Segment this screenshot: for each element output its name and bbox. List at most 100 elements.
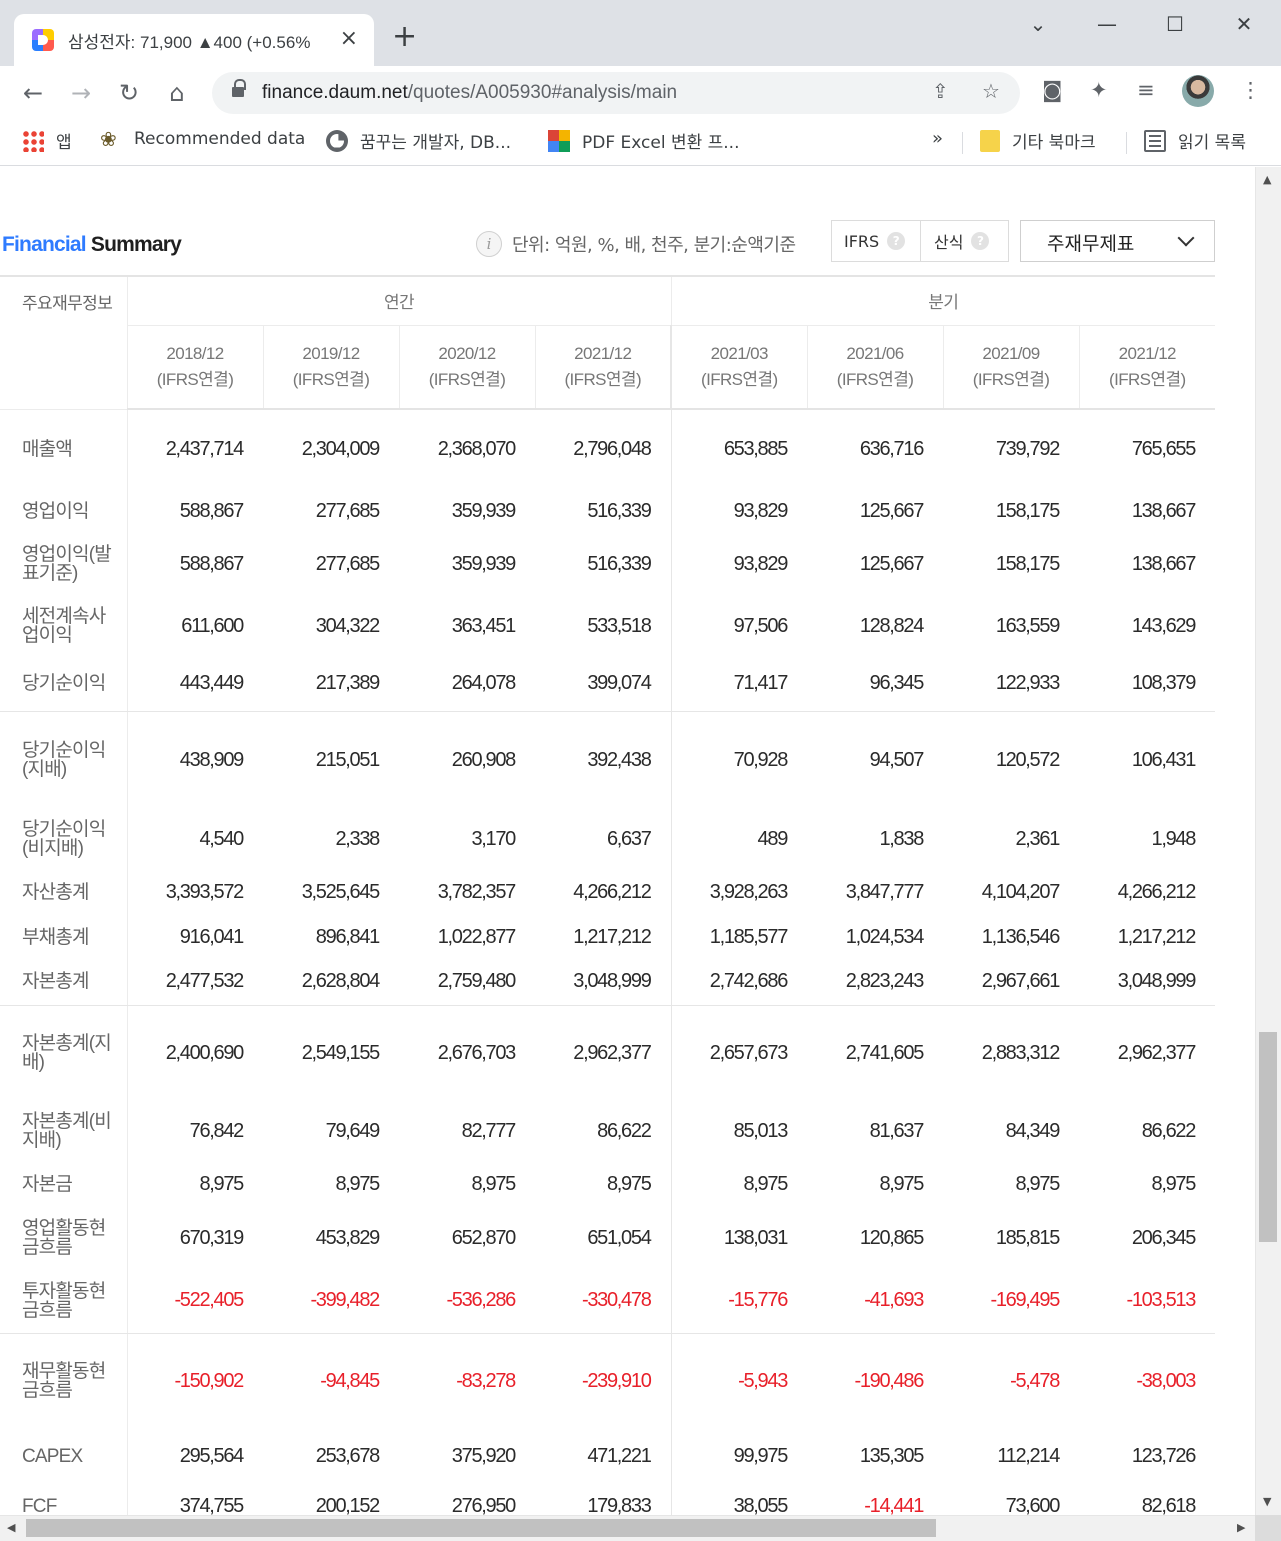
browser-tab[interactable]: 삼성전자: 71,900 ▲400 (+0.56% × [14,14,374,66]
table-row: 매출액 2,437,714 2,304,009 2,368,070 2,796,048 6… [0,409,1215,489]
info-icon[interactable]: i [476,231,502,257]
row-label: 당기순이익 [0,657,128,712]
table-row: 투자활동현금흐름 -522,405 -399,482 -536,286 -330,478… [0,1269,1216,1334]
period-basis: (IFRS연결) [1109,369,1186,389]
share-icon[interactable]: ⇪ [932,79,949,103]
value-cell: 200,152 [315,1494,381,1516]
value-cell: 8,975 [606,1172,652,1195]
bookmark-divider [1126,132,1127,154]
profile-avatar[interactable] [1182,75,1214,107]
value-cell: 138,031 [670,1207,808,1269]
bookmark-dev-blog[interactable]: 꿈꾸는 개발자, DB... [326,128,511,153]
value-cell: 3,525,645 [301,880,381,903]
horizontal-scrollbar[interactable]: ◀ ▶ [0,1515,1255,1541]
value-cell: 2,477,532 [127,959,263,1006]
value-cell: 135,305 [859,1444,925,1467]
scroll-left-icon[interactable]: ◀ [7,1521,15,1534]
close-tab-icon[interactable]: × [340,27,358,51]
value-cell: 94,507 [869,748,925,771]
period-header: 2020/12 (IFRS연결) [398,325,535,410]
bookmark-pdf-excel[interactable]: PDF Excel 변환 프... [548,128,740,153]
value-cell: 179,833 [587,1494,652,1516]
address-bar[interactable]: finance.daum.net/quotes/A005930#analysis… [212,72,1020,114]
value-cell: 112,214 [997,1444,1060,1467]
menu-kebab-icon[interactable]: ⋮ [1240,78,1261,102]
value-cell: 96,345 [807,657,944,712]
reload-icon[interactable]: ↻ [112,76,146,110]
scroll-up-icon[interactable]: ▲ [1263,173,1271,186]
horizontal-scroll-thumb[interactable] [26,1519,936,1537]
value-cell: 81,637 [869,1119,925,1142]
formula-button[interactable]: 산식? [934,221,990,261]
row-label: 재무활동현금흐름 [0,1333,128,1429]
pdf-converter-icon [548,129,570,152]
extensions-icon[interactable]: ✦ [1090,78,1108,102]
bookmark-apps[interactable]: 앱 [22,128,72,153]
table-row: 자본금 8,975 8,975 8,975 8,975 8,975 8,975 8,975 8,… [0,1161,1215,1207]
value-cell: 2,437,714 [165,438,245,460]
value-cell: 8,975 [199,1172,244,1195]
value-cell: 916,041 [179,925,245,948]
value-cell: 765,655 [1131,438,1197,460]
value-cell: 453,829 [315,1226,381,1249]
value-cell: 6,637 [606,827,652,850]
row-label: 영업이익(발표기준) [0,533,128,595]
value-cell: 8,975 [1015,1172,1060,1195]
value-cell: 76,842 [189,1119,245,1142]
vertical-scroll-thumb[interactable] [1259,1032,1277,1242]
scroll-right-icon[interactable]: ▶ [1237,1521,1245,1534]
back-icon[interactable]: ← [16,76,50,110]
value-cell: 2,796,048 [573,438,652,460]
vertical-scrollbar[interactable]: ▲ ▼ [1255,167,1281,1515]
camera-icon[interactable]: ◙ [1042,78,1062,102]
row-label: 부채총계 [0,915,128,959]
period-header: 2019/12 (IFRS연결) [262,325,399,410]
value-cell: 2,304,009 [301,438,381,460]
bookmark-star-icon[interactable]: ☆ [982,79,1000,103]
new-tab-icon[interactable]: + [392,22,417,52]
value-cell: 93,829 [670,489,808,533]
row-label: 매출액 [0,409,128,489]
value-cell: 2,628,804 [263,959,399,1006]
value-cell: 4,104,207 [981,880,1061,903]
bee-icon: ❀ [100,127,117,151]
help-icon[interactable]: ? [887,232,906,250]
value-cell: 8,975 [1151,1172,1197,1195]
value-cell: 374,755 [179,1494,245,1516]
tab-search-chevron-icon[interactable]: ⌄ [1018,10,1058,40]
unit-note: 단위: 억원, %, 배, 천주, 분기:순액기준 [512,235,796,256]
value-cell: 158,175 [995,499,1061,522]
lock-icon[interactable] [232,79,246,99]
value-cell: 128,824 [859,614,925,637]
statement-select[interactable]: 주재무제표 [1020,220,1215,262]
forward-icon[interactable]: → [64,76,98,110]
home-icon[interactable]: ⌂ [160,76,194,110]
value-cell: -5,943 [670,1333,808,1429]
bookmark-recommended-data[interactable]: ❀ Recommended data [100,128,305,150]
value-cell: 120,572 [995,748,1061,771]
scrollbar-corner [1255,1515,1281,1541]
minimize-icon[interactable]: — [1087,10,1127,40]
period-basis: (IFRS연결) [564,369,642,389]
help-icon[interactable]: ? [971,232,990,250]
ifrs-button[interactable]: IFRS? [844,221,906,261]
value-cell: 217,389 [263,657,399,712]
table-row: 자본총계(비지배) 76,842 79,649 82,777 86,622 85,013 8… [0,1101,1215,1161]
value-cell: 73,600 [1005,1494,1061,1516]
bookmarks-overflow[interactable]: » [932,128,943,149]
media-queue-icon[interactable]: ≡ [1137,78,1155,102]
table-row: CAPEX 295,564 253,678 375,920 471,221 99,975 1… [0,1429,1215,1483]
scroll-down-icon[interactable]: ▼ [1263,1495,1271,1508]
value-cell: -150,902 [174,1369,244,1392]
value-cell: 651,054 [587,1226,652,1249]
maximize-icon[interactable]: ☐ [1155,10,1195,40]
close-window-icon[interactable]: ✕ [1224,10,1264,40]
period-date: 2021/09 [982,343,1040,363]
period-date: 2021/03 [710,343,769,363]
bookmark-other-folder[interactable]: 기타 북마크 [980,128,1096,153]
value-cell: 399,074 [535,657,672,712]
value-cell: 2,741,605 [845,1041,925,1064]
period-basis: (IFRS연결) [428,369,506,389]
reading-list[interactable]: 읽기 목록 [1144,128,1246,153]
value-cell: 1,217,212 [573,925,652,948]
